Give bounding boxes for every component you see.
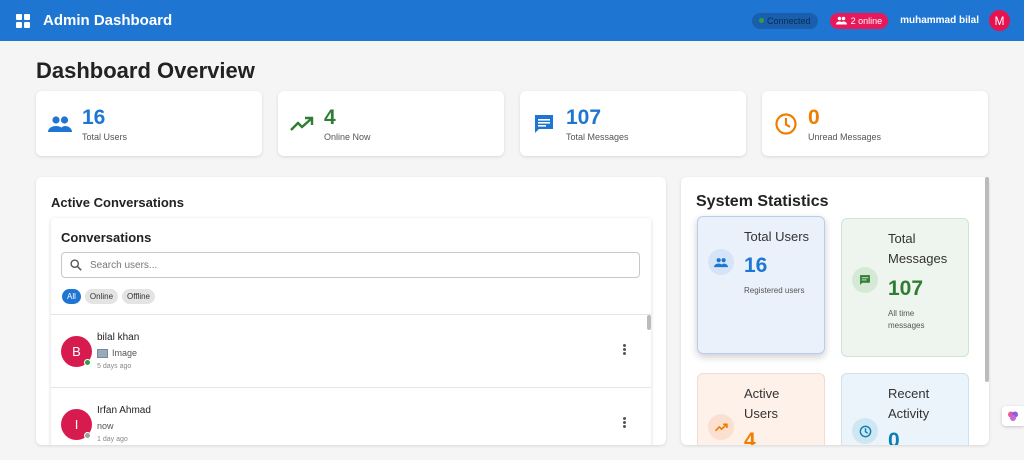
- filter-all[interactable]: All: [62, 289, 81, 304]
- stat-card-total-messages: 107 Total Messages: [520, 91, 746, 156]
- stat-card-unread-messages: 0 Unread Messages: [762, 91, 988, 156]
- app-title: Admin Dashboard: [43, 12, 173, 29]
- sys-card-value: 4: [744, 429, 756, 445]
- app-bar: Admin Dashboard Connected 2 online muham…: [0, 0, 1024, 41]
- more-options-icon[interactable]: [623, 344, 626, 355]
- online-now-value: 4: [324, 105, 336, 129]
- conversation-time: 5 days ago: [97, 363, 132, 370]
- stat-card-total-users: 16 Total Users: [36, 91, 262, 156]
- brain-assistant-icon[interactable]: [1002, 406, 1024, 426]
- people-icon: [835, 16, 847, 25]
- sys-card-total-messages[interactable]: Total Messages 107 All time messages: [841, 218, 969, 357]
- online-status-dot-icon: [84, 359, 91, 366]
- sys-card-title: Total Messages: [888, 231, 948, 266]
- sys-card-title: Total Users: [744, 229, 810, 244]
- conversation-message-text: now: [97, 421, 114, 431]
- trending-up-icon: [708, 414, 734, 440]
- filter-offline[interactable]: Offline: [122, 289, 155, 304]
- conversation-row[interactable]: I Irfan Ahmad now 1 day ago: [51, 388, 646, 445]
- status-filters: All Online Offline: [62, 289, 155, 304]
- clock-icon: [774, 112, 798, 136]
- sys-card-title: Active Users: [744, 386, 780, 421]
- search-input[interactable]: [90, 259, 590, 271]
- dashboard-grid-icon[interactable]: [16, 13, 30, 28]
- sys-card-value: 0: [888, 429, 900, 445]
- sys-card-active-users[interactable]: Active Users 4: [697, 373, 825, 445]
- search-field[interactable]: [61, 252, 640, 278]
- message-icon: [532, 112, 556, 136]
- stat-card-online-now: 4 Online Now: [278, 91, 504, 156]
- system-statistics-title: System Statistics: [696, 193, 829, 210]
- connection-status-label: Connected: [767, 15, 811, 26]
- connection-status-badge: Connected: [752, 12, 818, 29]
- sys-card-subtitle: Registered users: [744, 286, 805, 295]
- people-icon: [48, 112, 72, 136]
- people-icon: [708, 249, 734, 275]
- conversation-last-message: Image: [97, 348, 137, 358]
- total-messages-value: 107: [566, 105, 602, 129]
- message-icon: [852, 267, 878, 293]
- list-scrollbar[interactable]: [647, 315, 651, 330]
- total-users-value: 16: [82, 105, 106, 129]
- online-count-badge: 2 online: [829, 12, 889, 29]
- stats-scrollbar[interactable]: [985, 177, 989, 382]
- active-conversations-panel: Active Conversations Conversations All O…: [36, 177, 666, 445]
- sys-card-title: Recent Activity: [888, 386, 930, 421]
- active-conversations-heading: Active Conversations: [51, 195, 184, 210]
- sys-card-recent-activity[interactable]: Recent Activity 0: [841, 373, 969, 445]
- trending-up-icon: [290, 112, 314, 136]
- filter-online[interactable]: Online: [84, 289, 119, 304]
- conversations-title: Conversations: [61, 230, 152, 245]
- conversation-last-message: now: [97, 421, 114, 431]
- page-title: Dashboard Overview: [36, 58, 255, 83]
- unread-messages-label: Unread Messages: [808, 131, 882, 142]
- search-icon: [70, 259, 82, 271]
- conversations-list: Conversations All Online Offline B bilal…: [51, 218, 651, 445]
- online-count-label: 2 online: [850, 15, 883, 26]
- image-icon: [97, 348, 108, 358]
- total-users-label: Total Users: [82, 131, 128, 142]
- username: muhammad bilal: [900, 15, 979, 26]
- conversation-time: 1 day ago: [97, 436, 128, 443]
- system-statistics-panel: System Statistics Total Users 16 Registe…: [681, 177, 989, 445]
- sys-card-subtitle: All time messages: [888, 309, 925, 330]
- offline-status-dot-icon: [84, 432, 91, 439]
- more-options-icon[interactable]: [623, 417, 626, 428]
- connected-dot-icon: [759, 18, 765, 23]
- unread-messages-value: 0: [808, 105, 820, 129]
- sys-card-value: 107: [888, 277, 924, 300]
- conversation-name: bilal khan: [97, 332, 140, 343]
- sys-card-value: 16: [744, 254, 768, 277]
- conversation-row[interactable]: B bilal khan Image 5 days ago: [51, 315, 646, 387]
- sys-card-total-users[interactable]: Total Users 16 Registered users: [697, 216, 825, 354]
- clock-icon: [852, 418, 878, 444]
- user-avatar[interactable]: M: [989, 10, 1010, 31]
- online-now-label: Online Now: [324, 131, 371, 142]
- conversation-name: Irfan Ahmad: [97, 405, 151, 416]
- total-messages-label: Total Messages: [566, 131, 629, 142]
- conversation-message-text: Image: [112, 348, 138, 358]
